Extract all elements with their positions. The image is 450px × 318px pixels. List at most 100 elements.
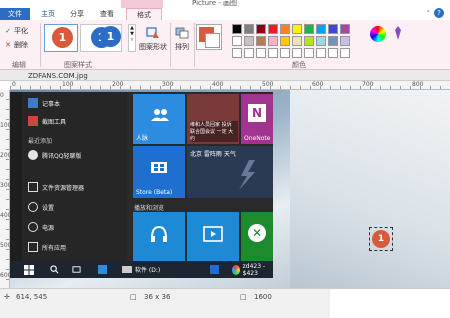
tile-weather[interactable]: 北京 雷阵雨 天气 bbox=[187, 146, 273, 198]
palette-swatch[interactable] bbox=[316, 36, 326, 46]
collapse-ribbon-icon[interactable]: ˄ bbox=[427, 10, 431, 18]
video-icon bbox=[203, 226, 223, 242]
list-item-label: 文件资源管理器 bbox=[42, 184, 85, 192]
taskbar-drive[interactable]: 软件 (D:) bbox=[122, 263, 160, 276]
palette-swatch[interactable] bbox=[256, 48, 266, 58]
tile-label: Store (Beta) bbox=[136, 189, 173, 196]
current-colors[interactable] bbox=[196, 24, 222, 50]
number-marker[interactable]: 1 bbox=[372, 230, 390, 248]
context-tab-header bbox=[121, 0, 163, 8]
styles-group-label: 图案样式 bbox=[64, 61, 92, 69]
list-item[interactable]: 文件资源管理器 bbox=[28, 182, 84, 192]
arrange-label: 排列 bbox=[175, 43, 189, 51]
delete-button[interactable]: ✕ 删除 bbox=[4, 40, 28, 50]
palette-swatch[interactable] bbox=[328, 36, 338, 46]
taskbar-user[interactable]: zd423 - $423 bbox=[232, 263, 273, 277]
canvas[interactable]: 记事本 截图工具 最近添加 腾讯QQ轻聊版 文件资源管理器 设置 电源 所有应用… bbox=[10, 90, 450, 288]
tab-view[interactable]: 查看 bbox=[94, 8, 120, 20]
store-taskbar-icon[interactable] bbox=[210, 263, 219, 276]
arrange-button[interactable]: 排列 bbox=[172, 26, 192, 52]
palette-swatch[interactable] bbox=[244, 48, 254, 58]
tab-home[interactable]: 主页 bbox=[36, 8, 60, 20]
palette-swatch[interactable] bbox=[232, 48, 242, 58]
palette-swatch[interactable] bbox=[244, 24, 254, 34]
style-circle-orange: 1 bbox=[52, 27, 73, 48]
cursor-position: 614, 545 bbox=[16, 293, 48, 301]
list-item[interactable]: 所有应用 bbox=[28, 242, 66, 252]
shape-button[interactable]: 图案形状 bbox=[138, 26, 168, 52]
tab-share[interactable]: 分享 bbox=[64, 8, 90, 20]
style-option-1[interactable]: 1 bbox=[44, 24, 78, 52]
palette-swatch[interactable] bbox=[340, 36, 350, 46]
search-icon[interactable] bbox=[50, 263, 59, 276]
tile-news[interactable]: 维和人员回家 投诉 联合国会议 一定 大约 bbox=[187, 94, 239, 144]
list-item[interactable]: 记事本 bbox=[28, 98, 60, 108]
tab-file[interactable]: 文件 bbox=[0, 8, 30, 20]
palette-swatch[interactable] bbox=[328, 48, 338, 58]
palette-swatch[interactable] bbox=[316, 48, 326, 58]
palette-swatch[interactable] bbox=[268, 48, 278, 58]
tile-video[interactable] bbox=[187, 212, 239, 261]
edit-colors-icon[interactable] bbox=[370, 26, 386, 42]
lightning-icon bbox=[239, 160, 255, 190]
palette-swatch[interactable] bbox=[280, 36, 290, 46]
palette-swatch[interactable] bbox=[280, 48, 290, 58]
app-icon[interactable] bbox=[98, 263, 107, 276]
tile-xbox[interactable]: ✕ bbox=[241, 212, 273, 261]
palette-swatch[interactable] bbox=[268, 36, 278, 46]
tile-label: 维和人员回家 投诉 联合国会议 一定 大约 bbox=[190, 121, 238, 142]
palette-swatch[interactable] bbox=[256, 24, 266, 34]
palette-swatch[interactable] bbox=[280, 24, 290, 34]
help-icon[interactable]: ? bbox=[434, 8, 444, 18]
palette-swatch[interactable] bbox=[244, 36, 254, 46]
gear-icon bbox=[28, 202, 38, 212]
ruler-horizontal: 0 100 200 300 400 500 600 700 800 bbox=[10, 81, 450, 90]
palette-swatch[interactable] bbox=[340, 24, 350, 34]
document-tab[interactable]: ZDFANS.COM.jpg bbox=[28, 71, 88, 81]
tile-onenote[interactable]: N OneNote bbox=[241, 94, 273, 144]
list-item-label: 电源 bbox=[42, 224, 55, 232]
palette-swatch[interactable] bbox=[304, 36, 314, 46]
list-item[interactable]: 电源 bbox=[28, 222, 54, 232]
color-group-label: 颜色 bbox=[292, 61, 306, 69]
delete-icon: ✕ bbox=[5, 41, 11, 49]
palette-swatch[interactable] bbox=[328, 24, 338, 34]
list-item[interactable]: 腾讯QQ轻聊版 bbox=[28, 150, 81, 160]
xbox-icon: ✕ bbox=[248, 224, 266, 242]
power-icon bbox=[28, 222, 38, 232]
windows-start-icon[interactable] bbox=[24, 263, 34, 276]
palette-swatch[interactable] bbox=[304, 24, 314, 34]
ruler-label: 0 bbox=[12, 81, 16, 88]
wallpaper-snow bbox=[290, 90, 450, 288]
style-option-3[interactable]: 1 bbox=[98, 24, 130, 52]
styles-scroll[interactable]: ▲ ▼ ▿ bbox=[128, 24, 136, 52]
divider bbox=[170, 23, 171, 67]
task-view-icon[interactable] bbox=[72, 263, 81, 276]
ruler-label: 700 bbox=[362, 81, 374, 88]
window-title: Picture - 画图 bbox=[192, 0, 238, 7]
palette-swatch[interactable] bbox=[232, 36, 242, 46]
notepad-icon bbox=[28, 98, 38, 108]
palette-swatch[interactable] bbox=[316, 24, 326, 34]
palette-swatch[interactable] bbox=[304, 48, 314, 58]
color-picker-icon[interactable] bbox=[394, 26, 402, 40]
list-item[interactable]: 截图工具 bbox=[28, 116, 66, 126]
palette-swatch[interactable] bbox=[268, 24, 278, 34]
list-item-label: 记事本 bbox=[42, 100, 61, 108]
palette-swatch[interactable] bbox=[340, 48, 350, 58]
flatten-button[interactable]: ✓ 平化 bbox=[4, 26, 28, 36]
headphones-icon bbox=[151, 225, 167, 242]
palette-swatch[interactable] bbox=[292, 36, 302, 46]
apps-icon bbox=[28, 242, 38, 252]
recent-header: 最近添加 bbox=[28, 138, 53, 145]
tile-store[interactable]: Store (Beta) bbox=[133, 146, 185, 198]
palette-swatch[interactable] bbox=[232, 24, 242, 34]
palette-swatch[interactable] bbox=[292, 24, 302, 34]
tab-format[interactable]: 格式 bbox=[126, 8, 162, 20]
palette-swatch[interactable] bbox=[256, 36, 266, 46]
style-circle-blue-2: 1 bbox=[100, 26, 121, 47]
tile-music[interactable] bbox=[133, 212, 185, 261]
tile-people[interactable]: 人脉 bbox=[133, 94, 185, 144]
list-item[interactable]: 设置 bbox=[28, 202, 54, 212]
palette-swatch[interactable] bbox=[292, 48, 302, 58]
